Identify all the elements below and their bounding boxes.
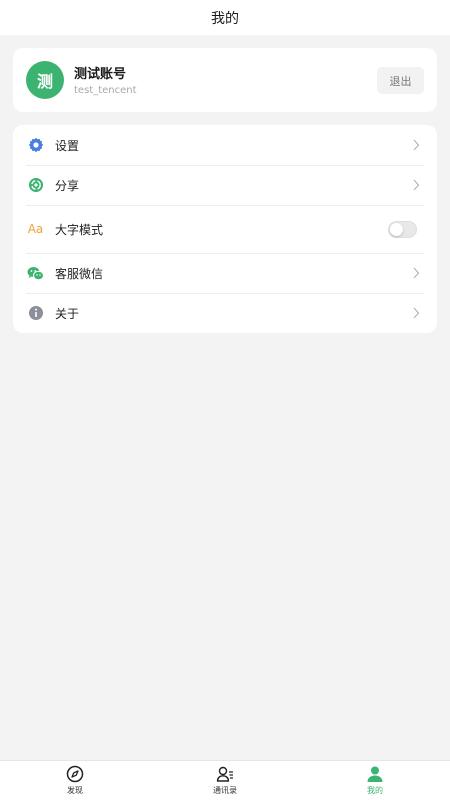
chevron-right-icon: [413, 179, 420, 191]
profile-card: 测 测试账号 test_tencent 退出: [13, 48, 437, 112]
logout-button[interactable]: 退出: [377, 67, 424, 94]
compass-icon: [66, 765, 84, 783]
chevron-right-icon: [413, 267, 420, 279]
chevron-right-icon: [413, 139, 420, 151]
large-font-toggle[interactable]: [388, 220, 417, 238]
menu-item-label: 大字模式: [55, 222, 104, 237]
menu-item-label: 设置: [55, 138, 80, 153]
tab-me[interactable]: 我的: [335, 765, 415, 799]
tab-discover[interactable]: 发现: [35, 765, 115, 799]
avatar: 测: [26, 61, 64, 99]
tab-label: 通讯录: [213, 786, 237, 795]
user-icon: [367, 766, 383, 782]
chevron-right-icon: [413, 307, 420, 319]
menu-item-share[interactable]: 分享: [13, 165, 437, 205]
gear-icon: [27, 137, 44, 154]
toggle-knob: [390, 222, 403, 236]
tab-label: 发现: [67, 786, 83, 795]
menu-item-label: 分享: [55, 178, 80, 193]
menu-item-customer-service-wechat[interactable]: 客服微信: [13, 253, 437, 293]
share-icon: [27, 177, 44, 194]
menu-item-settings[interactable]: 设置: [13, 125, 437, 165]
menu-item-label: 关于: [55, 306, 80, 321]
menu-item-label: 客服微信: [55, 266, 104, 281]
settings-menu: 设置 分享 Aa 大字模式 客服微信 关于: [13, 125, 437, 333]
menu-item-about[interactable]: 关于: [13, 293, 437, 333]
font-size-icon: Aa: [27, 222, 44, 236]
account-id: test_tencent: [74, 85, 137, 96]
account-name: 测试账号: [74, 67, 127, 82]
bottom-tab-bar: 发现 通讯录 我的: [0, 760, 450, 800]
contacts-icon: [216, 766, 233, 782]
info-icon: [27, 305, 44, 322]
page-title: 我的: [211, 10, 239, 27]
tab-label: 我的: [367, 786, 383, 795]
wechat-icon: [27, 265, 44, 282]
navigation-bar: 我的: [0, 0, 450, 35]
menu-item-large-font: Aa 大字模式: [13, 205, 437, 253]
tab-contacts[interactable]: 通讯录: [185, 765, 265, 799]
